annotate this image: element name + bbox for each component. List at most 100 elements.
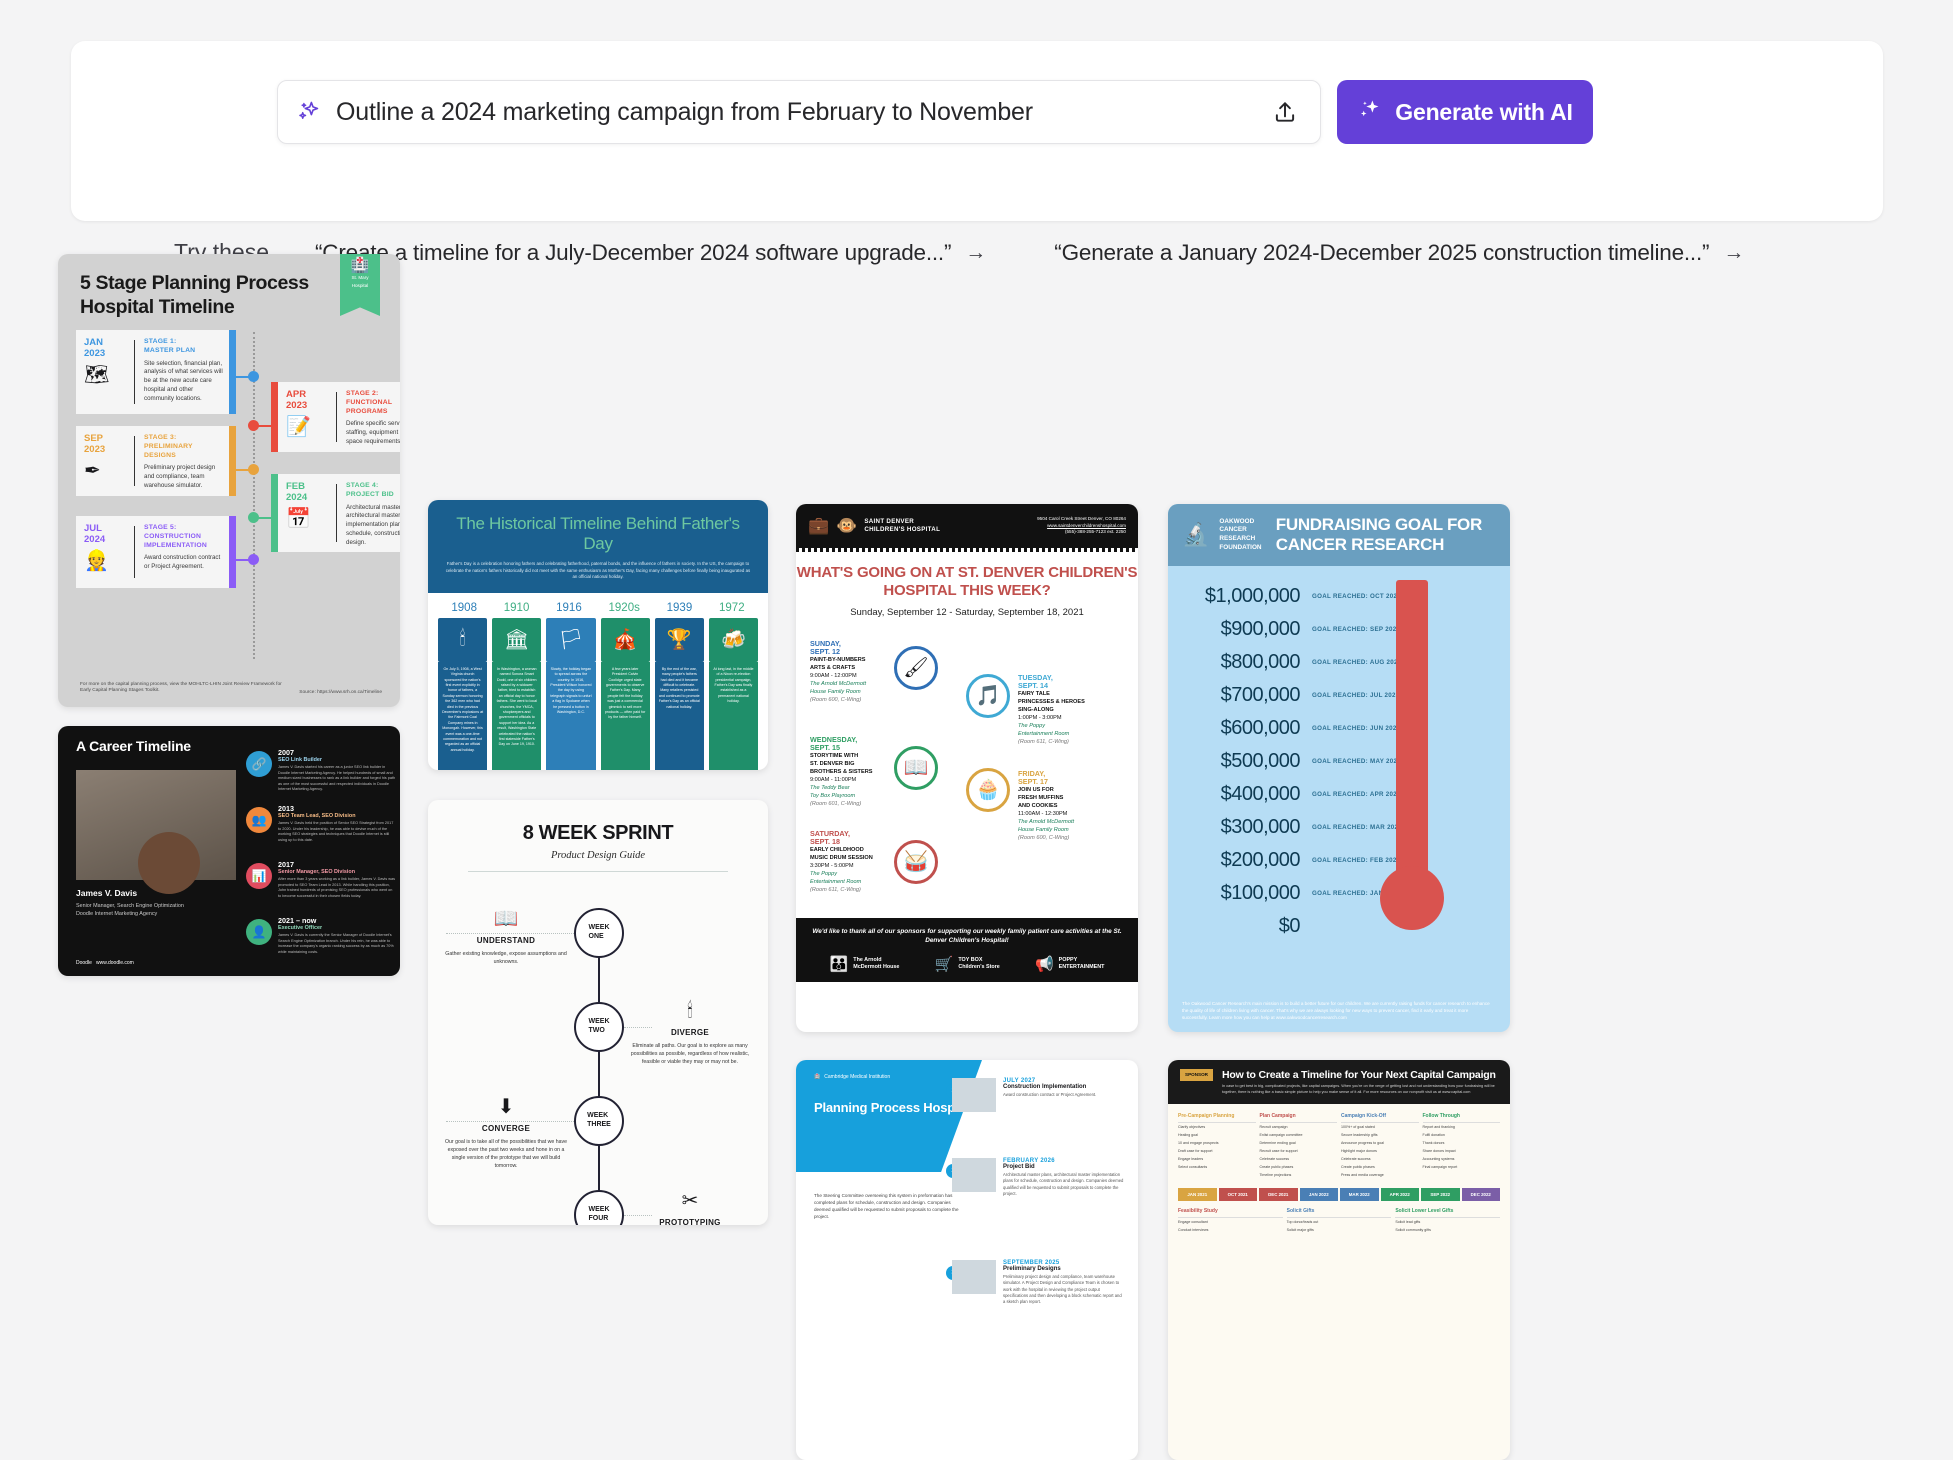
microscope-icon: 🔬: [1182, 522, 1210, 547]
item-thumbnail: [952, 1078, 996, 1112]
template-card-fundraising[interactable]: 🔬 OAKWOOD CANCER RESEARCH FOUNDATION FUN…: [1168, 504, 1510, 1032]
entry-text: Slowly, the holiday began to spread acro…: [546, 661, 596, 770]
capital-header: SPONSOR How to Create a Timeline for You…: [1168, 1060, 1510, 1105]
template-card-career-timeline[interactable]: A Career Timeline James V. Davis Senior …: [58, 726, 400, 976]
week-node: WEEK FOUR: [574, 1190, 624, 1225]
goal-amount: $500,000: [1220, 750, 1301, 772]
capital-column: Pre-Campaign Planning Clarify objectives…: [1178, 1113, 1256, 1178]
prompt-input[interactable]: Outline a 2024 marketing campaign from F…: [277, 80, 1321, 144]
year-label: 1910: [503, 601, 530, 614]
column-header: Pre-Campaign Planning: [1178, 1113, 1256, 1124]
column-item: Press and media coverage: [1341, 1172, 1384, 1177]
goal-reached: GOAL REACHED: JUN 2023: [1312, 725, 1401, 732]
column-item: Accounting systems: [1422, 1157, 1455, 1162]
career-text: James V. Davis started his career as a j…: [278, 765, 396, 791]
hospital-logo: 💼 🐵 SAINT DENVER CHILDREN'S HOSPITAL: [808, 516, 940, 536]
generate-button-label: Generate with AI: [1395, 98, 1573, 125]
stage-year: 2023: [84, 443, 106, 455]
divider-dots: [796, 548, 1138, 552]
timeline-entry: 🏆 By the end of the war, many people's f…: [654, 617, 704, 770]
worker-icon: 👷: [84, 549, 109, 572]
column-item: Solicit lead gifts: [1395, 1219, 1421, 1224]
column-item: Select consultants: [1178, 1164, 1208, 1169]
template-card-fathers-day[interactable]: The Historical Timeline Behind Father's …: [428, 500, 768, 770]
cupcake-icon: 🧁: [966, 767, 1010, 812]
career-role-title: SEO Link Builder: [278, 757, 323, 763]
career-year: 2017: [278, 860, 294, 869]
upload-icon[interactable]: [1270, 97, 1300, 127]
hospital-address: 9504 Carol Creek Street Denver, CO 80264: [1037, 515, 1126, 521]
week-node: WEEK ONE: [574, 908, 624, 958]
map-icon: 🗺: [84, 363, 110, 386]
building-icon: 🏛: [492, 617, 542, 662]
sponsor-name: POPPY ENTERTAINMENT: [1058, 956, 1105, 970]
event-time: 1:00PM - 3:00PM: [1018, 714, 1062, 721]
item-desc: Award construction contract or Project A…: [1003, 1092, 1097, 1097]
generate-with-ai-button[interactable]: Generate with AI: [1337, 80, 1593, 144]
column-item: Highlight major donors: [1341, 1149, 1377, 1154]
ribbon-line1: St. Mary: [351, 275, 369, 280]
goal-reached: GOAL REACHED: OCT 2023: [1312, 593, 1402, 600]
st-denver-header: 💼 🐵 SAINT DENVER CHILDREN'S HOSPITAL 950…: [796, 504, 1138, 548]
try-these-row: Try these “Create a timeline for a July-…: [174, 227, 1767, 278]
entry-text: In Washington, a woman named Sonora Smar…: [492, 661, 542, 770]
hospital-website[interactable]: www.saintdenverchildrenshospital.com: [1037, 523, 1126, 530]
event-item: TUESDAY, SEPT. 14 FAIRY TALE PRINCESSES …: [1018, 673, 1108, 747]
fathers-day-intro: Father's Day is a celebration honoring f…: [445, 561, 751, 580]
flag-icon: 🏳: [546, 617, 596, 662]
event-item: SATURDAY, SEPT. 18 EARLY CHILDHOOD MUSIC…: [810, 829, 892, 895]
stage-name: STAGE 1: MASTER PLAN: [144, 338, 196, 354]
column-item: Solicit major gifts: [1286, 1227, 1314, 1232]
stage-desc: Define specific services, staffing, equi…: [346, 420, 400, 446]
phase-desc: Our goal is to take all of the possibili…: [445, 1139, 567, 1170]
item-thumbnail: [952, 1158, 996, 1192]
stage-desc: Preliminary project design and complianc…: [144, 464, 216, 490]
column-item: Clarify objectives: [1178, 1125, 1206, 1130]
template-card-8-week-sprint[interactable]: 8 WEEK SPRINT Product Design Guide WEEK …: [428, 800, 768, 1225]
st-denver-subhead: Sunday, September 12 - Saturday, Septemb…: [850, 606, 1084, 618]
template-card-planning-process[interactable]: 5 Stage Planning Process Hospital Timeli…: [58, 254, 400, 707]
capital-bottom-col: Feasibility Study Engage consultant Cond…: [1178, 1208, 1283, 1234]
planning-item: JULY 2027 Construction Implementation Aw…: [952, 1078, 1124, 1112]
year-label: 1939: [666, 601, 693, 614]
document-icon: 📝: [286, 415, 311, 438]
template-card-planning-blue[interactable]: 🏥 Cambridge Medical Institution Planning…: [796, 1060, 1138, 1460]
template-card-capital-campaign[interactable]: SPONSOR How to Create a Timeline for You…: [1168, 1060, 1510, 1460]
entry-text: On July 5, 1908, a West Virginia church …: [438, 661, 488, 770]
book-icon: 📖: [493, 908, 519, 930]
prompt-text-value[interactable]: Outline a 2024 marketing campaign from F…: [336, 98, 1256, 127]
stage-card: JUL 2024 👷 STAGE 5: CONSTRUCTION IMPLEMEN…: [76, 516, 236, 588]
st-denver-events: SUNDAY, SEPT. 12 PAINT-BY-NUMBERS ARTS &…: [796, 618, 1138, 918]
career-item: 👥 2013 SEO Team Lead, SEO Division James…: [246, 804, 396, 848]
event-time: 3:30PM - 5:00PM: [810, 862, 854, 869]
goal-reached: GOAL REACHED: SEP 2023: [1312, 626, 1401, 633]
template-card-st-denver[interactable]: 💼 🐵 SAINT DENVER CHILDREN'S HOSPITAL 950…: [796, 504, 1138, 1032]
suggestion-chip-1[interactable]: “Create a timeline for a July-December 2…: [293, 227, 1009, 278]
item-name: Construction Implementation: [1003, 1084, 1087, 1090]
hospital-icon: 🏥: [350, 257, 370, 274]
stage-year: 2024: [286, 491, 308, 503]
event-item: SUNDAY, SEPT. 12 PAINT-BY-NUMBERS ARTS &…: [810, 638, 886, 705]
career-text: James V. Davis is currently the Senior M…: [278, 933, 394, 954]
quarter-label: DEC 2022: [1461, 1187, 1500, 1201]
column-header: Campaign Kick-Off: [1341, 1113, 1419, 1124]
column-item: Healing goal: [1178, 1133, 1198, 1138]
event-title: JOIN US FOR FRESH MUFFINS AND COOKIES: [1018, 786, 1064, 809]
event-time: 11:00AM - 12:30PM: [1018, 810, 1068, 817]
candle-icon: 🕯: [438, 617, 488, 662]
phase-name: UNDERSTAND: [476, 936, 536, 945]
suggestion-chip-2[interactable]: “Generate a January 2024-December 2025 c…: [1032, 227, 1767, 278]
stage-desc: Site selection, financial plan, analysis…: [144, 359, 223, 402]
week-node: WEEK TWO: [574, 1002, 624, 1052]
column-item: Conduct interviews: [1178, 1227, 1209, 1232]
stage-card: APR 2023 📝 STAGE 2: FUNCTIONAL PROGRAMS D…: [271, 382, 400, 452]
event-room: (Room 600, C-Wing): [810, 696, 862, 703]
phase-name: DIVERGE: [670, 1028, 710, 1037]
year-label: 1908: [451, 601, 477, 614]
entry-text: At long last, in the middle of a Nixon r…: [708, 661, 759, 770]
org-name: OAKWOOD CANCER RESEARCH FOUNDATION: [1219, 517, 1262, 551]
goal-row: $500,000 GOAL REACHED: MAY 2023: [1168, 745, 1510, 778]
event-day: SUNDAY, SEPT. 12: [810, 638, 841, 657]
column-header: Solicit Gifts: [1286, 1208, 1392, 1218]
column-header: Plan Campaign: [1259, 1113, 1337, 1124]
